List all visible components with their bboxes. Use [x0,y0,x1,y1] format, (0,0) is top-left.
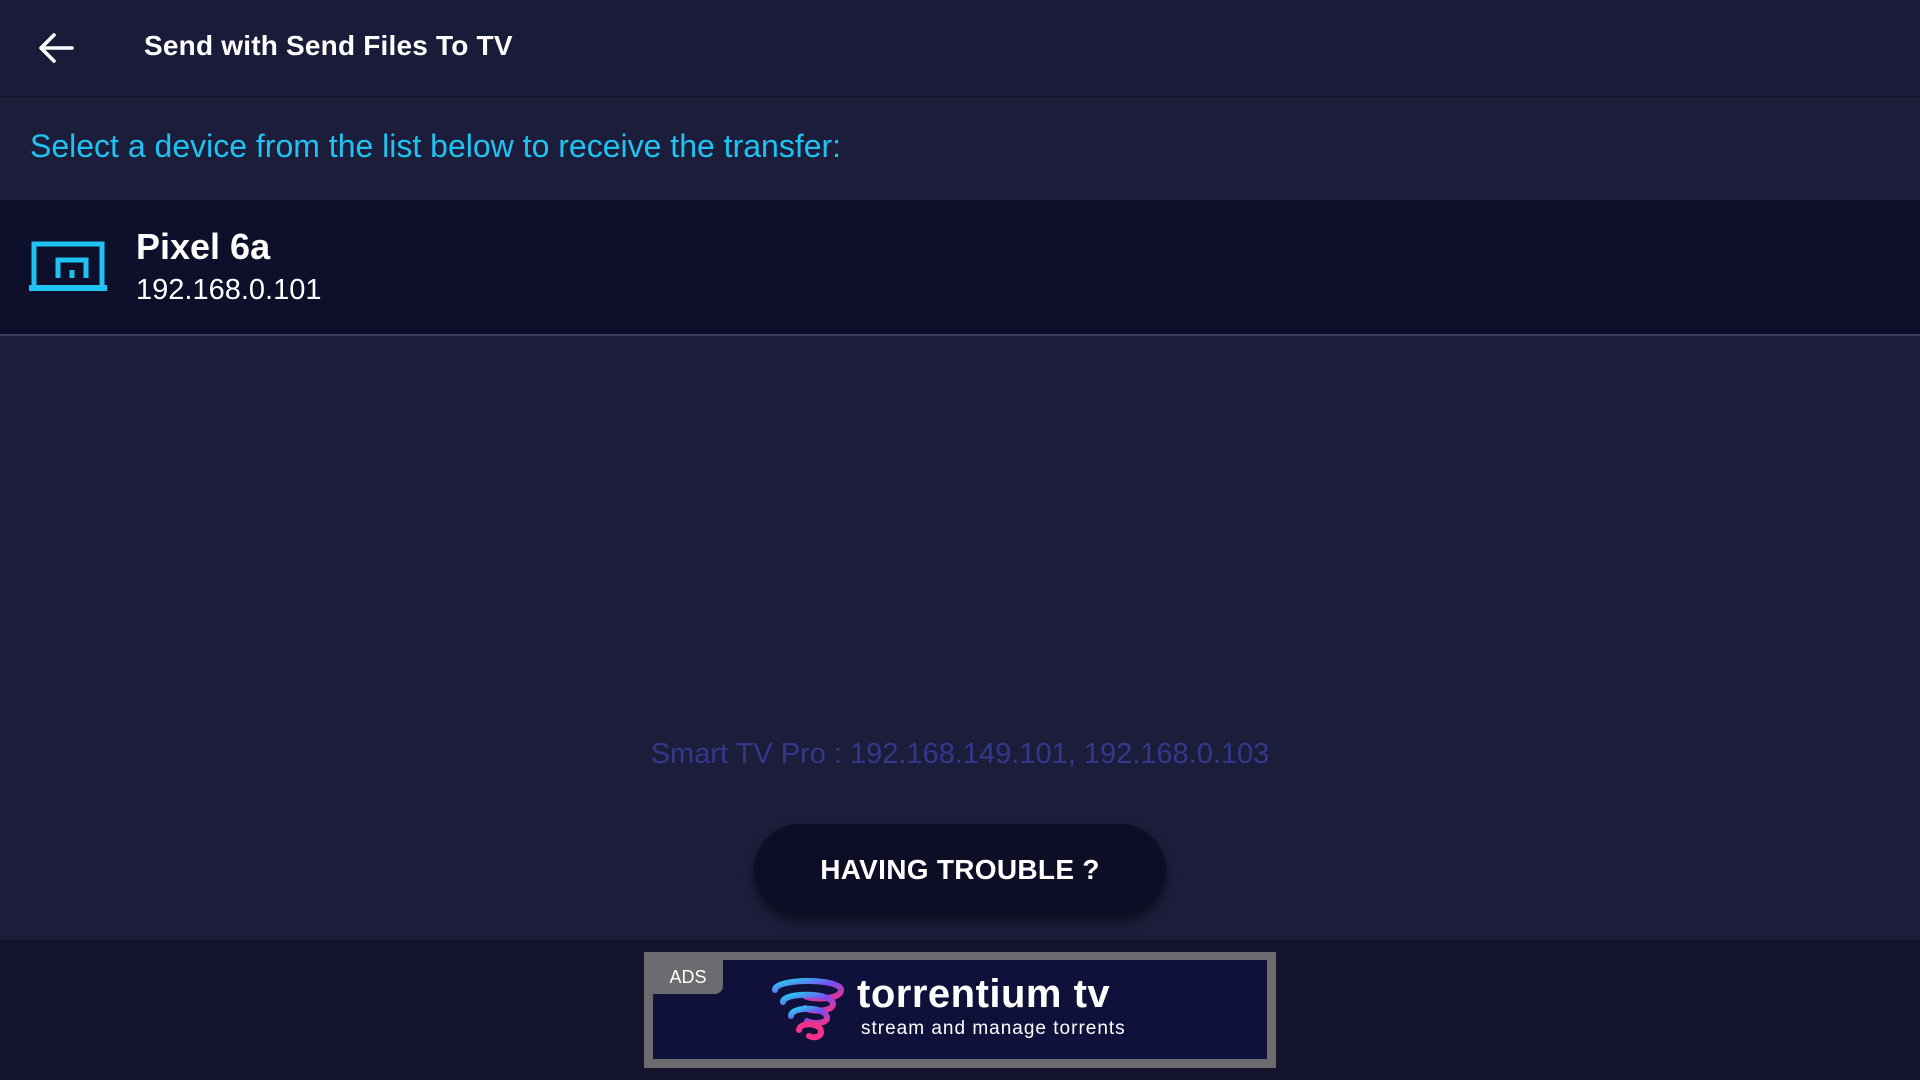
torrentium-logo-icon [772,978,845,1041]
device-list-item[interactable]: Pixel 6a 192.168.0.101 [0,200,1920,336]
cast-device-icon [29,241,107,291]
ad-brand-name: torrentium tv [857,972,1111,1016]
device-name: Pixel 6a [136,226,271,267]
having-trouble-button[interactable]: HAVING TROUBLE ? [754,824,1166,916]
server-address-info: Smart TV Pro : 192.168.149.101, 192.168.… [650,738,1270,770]
page-title: Send with Send Files To TV [144,30,513,61]
back-button[interactable] [22,20,90,76]
app-window: Send with Send Files To TV Select a devi… [0,0,1920,1080]
arrow-left-icon [39,33,74,63]
device-ip-address: 192.168.0.101 [136,274,322,306]
ad-content: torrentium tv stream and manage torrents [659,960,1261,1059]
instruction-text: Select a device from the list below to r… [30,128,842,164]
ad-area: torrentium tv stream and manage torrents… [0,940,1920,1080]
ads-badge: ADS [653,960,723,994]
top-bar: Send with Send Files To TV [0,0,1920,98]
ad-banner[interactable]: torrentium tv stream and manage torrents… [644,952,1276,1068]
ad-tagline: stream and manage torrents [861,1018,1126,1039]
